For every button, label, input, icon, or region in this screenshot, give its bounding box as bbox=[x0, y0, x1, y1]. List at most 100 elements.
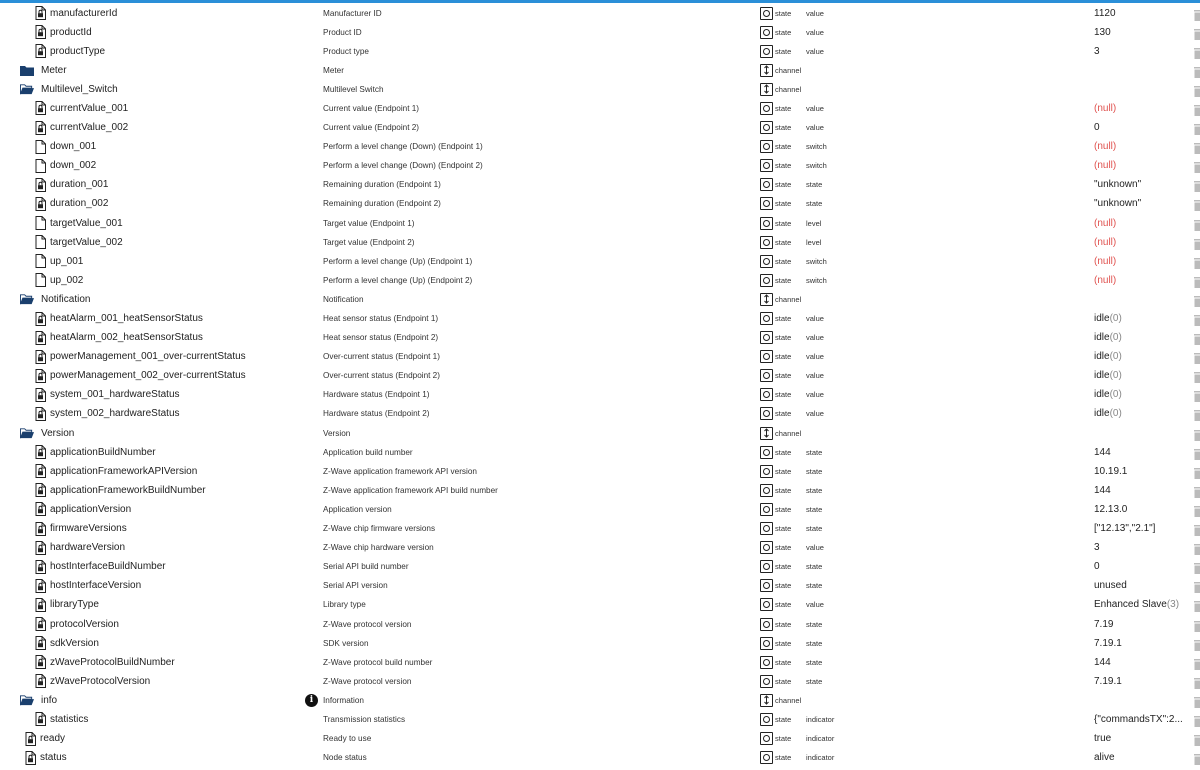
trash-icon[interactable] bbox=[1194, 599, 1200, 613]
state-row[interactable]: heatAlarm_001_heatSensorStatus Heat senso… bbox=[0, 309, 1200, 328]
state-row[interactable]: heatAlarm_002_heatSensorStatus Heat senso… bbox=[0, 328, 1200, 347]
object-value[interactable]: 144 bbox=[1094, 655, 1111, 670]
trash-icon[interactable] bbox=[1194, 275, 1200, 288]
folder-closed-icon[interactable] bbox=[20, 63, 34, 78]
state-row[interactable]: sdkVersion SDK version state state 7.19.1 bbox=[0, 634, 1200, 653]
trash-icon[interactable] bbox=[1194, 27, 1200, 40]
object-value[interactable]: alive bbox=[1094, 750, 1115, 765]
object-value[interactable]: ["12.13","2.1"] bbox=[1094, 521, 1155, 536]
trash-icon[interactable] bbox=[1194, 46, 1200, 59]
state-row[interactable]: productId Product ID state value 130 bbox=[0, 23, 1200, 42]
object-value[interactable]: idle(0) bbox=[1094, 311, 1122, 326]
state-row[interactable]: zWaveProtocolVersion Z-Wave protocol vers… bbox=[0, 672, 1200, 691]
state-row[interactable]: hardwareVersion Z-Wave chip hardware vers… bbox=[0, 538, 1200, 557]
trash-icon[interactable] bbox=[1194, 179, 1200, 193]
object-value[interactable]: 144 bbox=[1094, 445, 1111, 460]
trash-icon[interactable] bbox=[1194, 122, 1200, 136]
object-value[interactable]: 12.13.0 bbox=[1094, 502, 1127, 517]
object-value[interactable]: 7.19.1 bbox=[1094, 674, 1122, 689]
channel-row[interactable]: Notification Notification channel bbox=[0, 290, 1200, 309]
object-value[interactable]: "unknown" bbox=[1094, 177, 1141, 192]
trash-icon[interactable] bbox=[1194, 504, 1200, 517]
object-value[interactable]: 130 bbox=[1094, 25, 1111, 40]
state-row[interactable]: down_001 Perform a level change (Down) (E… bbox=[0, 137, 1200, 156]
trash-icon[interactable] bbox=[1194, 523, 1200, 537]
object-value[interactable]: (null) bbox=[1094, 235, 1116, 250]
object-value[interactable]: (null) bbox=[1094, 216, 1116, 231]
state-row[interactable]: targetValue_001 Target value (Endpoint 1)… bbox=[0, 214, 1200, 233]
state-row[interactable]: currentValue_002 Current value (Endpoint … bbox=[0, 118, 1200, 137]
trash-icon[interactable] bbox=[1194, 141, 1200, 155]
state-row[interactable]: hostInterfaceBuildNumber Serial API build… bbox=[0, 557, 1200, 576]
trash-icon[interactable] bbox=[1194, 370, 1200, 384]
object-value[interactable]: 3 bbox=[1094, 44, 1100, 59]
trash-icon[interactable] bbox=[1194, 8, 1200, 21]
trash-icon[interactable] bbox=[1194, 657, 1200, 670]
object-value[interactable]: 3 bbox=[1094, 540, 1100, 555]
trash-icon[interactable] bbox=[1194, 695, 1200, 708]
trash-icon[interactable] bbox=[1194, 580, 1200, 594]
state-row[interactable]: up_002 Perform a level change (Up) (Endpo… bbox=[0, 271, 1200, 290]
object-value[interactable]: idle(0) bbox=[1094, 368, 1122, 383]
trash-icon[interactable] bbox=[1194, 313, 1200, 326]
trash-icon[interactable] bbox=[1194, 84, 1200, 97]
state-row[interactable]: firmwareVersions Z-Wave chip firmware ver… bbox=[0, 519, 1200, 538]
trash-icon[interactable] bbox=[1194, 237, 1200, 250]
object-value[interactable]: (null) bbox=[1094, 273, 1116, 288]
object-value[interactable]: (null) bbox=[1094, 139, 1116, 154]
object-value[interactable]: idle(0) bbox=[1094, 349, 1122, 364]
object-value[interactable]: 10.19.1 bbox=[1094, 464, 1127, 479]
object-value[interactable]: 7.19.1 bbox=[1094, 636, 1122, 651]
channel-row[interactable]: info i Information channel bbox=[0, 691, 1200, 710]
object-value[interactable]: 0 bbox=[1094, 120, 1100, 135]
object-value[interactable]: 1120 bbox=[1094, 6, 1116, 21]
channel-row[interactable]: Multilevel_Switch Multilevel Switch channe… bbox=[0, 80, 1200, 99]
state-row[interactable]: libraryType Library type state value Enhance… bbox=[0, 595, 1200, 614]
object-value[interactable]: (null) bbox=[1094, 158, 1116, 173]
folder-open-icon[interactable] bbox=[20, 693, 34, 708]
object-value[interactable]: 7.19 bbox=[1094, 617, 1113, 632]
state-row[interactable]: statistics Transmission statistics state in… bbox=[0, 710, 1200, 729]
trash-icon[interactable] bbox=[1194, 714, 1200, 727]
state-row[interactable]: applicationBuildNumber Application build … bbox=[0, 443, 1200, 462]
trash-icon[interactable] bbox=[1194, 332, 1200, 346]
trash-icon[interactable] bbox=[1194, 638, 1200, 651]
object-value[interactable]: Enhanced Slave(3) bbox=[1094, 597, 1179, 612]
state-row[interactable]: protocolVersion Z-Wave protocol version st… bbox=[0, 615, 1200, 634]
trash-icon[interactable] bbox=[1194, 294, 1200, 307]
state-row[interactable]: duration_002 Remaining duration (Endpoint… bbox=[0, 194, 1200, 213]
state-row[interactable]: currentValue_001 Current value (Endpoint … bbox=[0, 99, 1200, 118]
object-value[interactable]: idle(0) bbox=[1094, 406, 1122, 421]
channel-row[interactable]: Version Version channel bbox=[0, 424, 1200, 443]
object-value[interactable]: (null) bbox=[1094, 254, 1116, 269]
state-row[interactable]: powerManagement_002_over-currentStatus Ov… bbox=[0, 366, 1200, 385]
object-value[interactable]: "unknown" bbox=[1094, 196, 1141, 211]
state-row[interactable]: zWaveProtocolBuildNumber Z-Wave protocol … bbox=[0, 653, 1200, 672]
trash-icon[interactable] bbox=[1194, 619, 1200, 632]
trash-icon[interactable] bbox=[1194, 733, 1200, 747]
state-row[interactable]: manufacturerId Manufacturer ID state value 1… bbox=[0, 4, 1200, 23]
state-row[interactable]: duration_001 Remaining duration (Endpoint… bbox=[0, 175, 1200, 194]
state-row[interactable]: targetValue_002 Target value (Endpoint 2)… bbox=[0, 233, 1200, 252]
channel-row[interactable]: Meter Meter channel bbox=[0, 61, 1200, 80]
state-row[interactable]: ready Ready to use state indicator true bbox=[0, 729, 1200, 748]
trash-icon[interactable] bbox=[1194, 218, 1200, 231]
trash-icon[interactable] bbox=[1194, 408, 1200, 422]
state-row[interactable]: hostInterfaceVersion Serial API version st… bbox=[0, 576, 1200, 595]
folder-open-icon[interactable] bbox=[20, 82, 34, 97]
state-row[interactable]: productType Product type state value 3 bbox=[0, 42, 1200, 61]
trash-icon[interactable] bbox=[1194, 542, 1200, 556]
state-row[interactable]: down_002 Perform a level change (Down) (E… bbox=[0, 156, 1200, 175]
object-value[interactable]: 0 bbox=[1094, 559, 1100, 574]
trash-icon[interactable] bbox=[1194, 389, 1200, 403]
trash-icon[interactable] bbox=[1194, 485, 1200, 498]
trash-icon[interactable] bbox=[1194, 256, 1200, 269]
trash-icon[interactable] bbox=[1194, 351, 1200, 365]
state-row[interactable]: system_002_hardwareStatus Hardware status… bbox=[0, 404, 1200, 423]
folder-open-icon[interactable] bbox=[20, 426, 34, 441]
trash-icon[interactable] bbox=[1194, 676, 1200, 689]
trash-icon[interactable] bbox=[1194, 65, 1200, 78]
object-value[interactable]: true bbox=[1094, 731, 1111, 746]
state-row[interactable]: applicationFrameworkBuildNumber Z-Wave ap… bbox=[0, 481, 1200, 500]
state-row[interactable]: applicationFrameworkAPIVersion Z-Wave app… bbox=[0, 462, 1200, 481]
